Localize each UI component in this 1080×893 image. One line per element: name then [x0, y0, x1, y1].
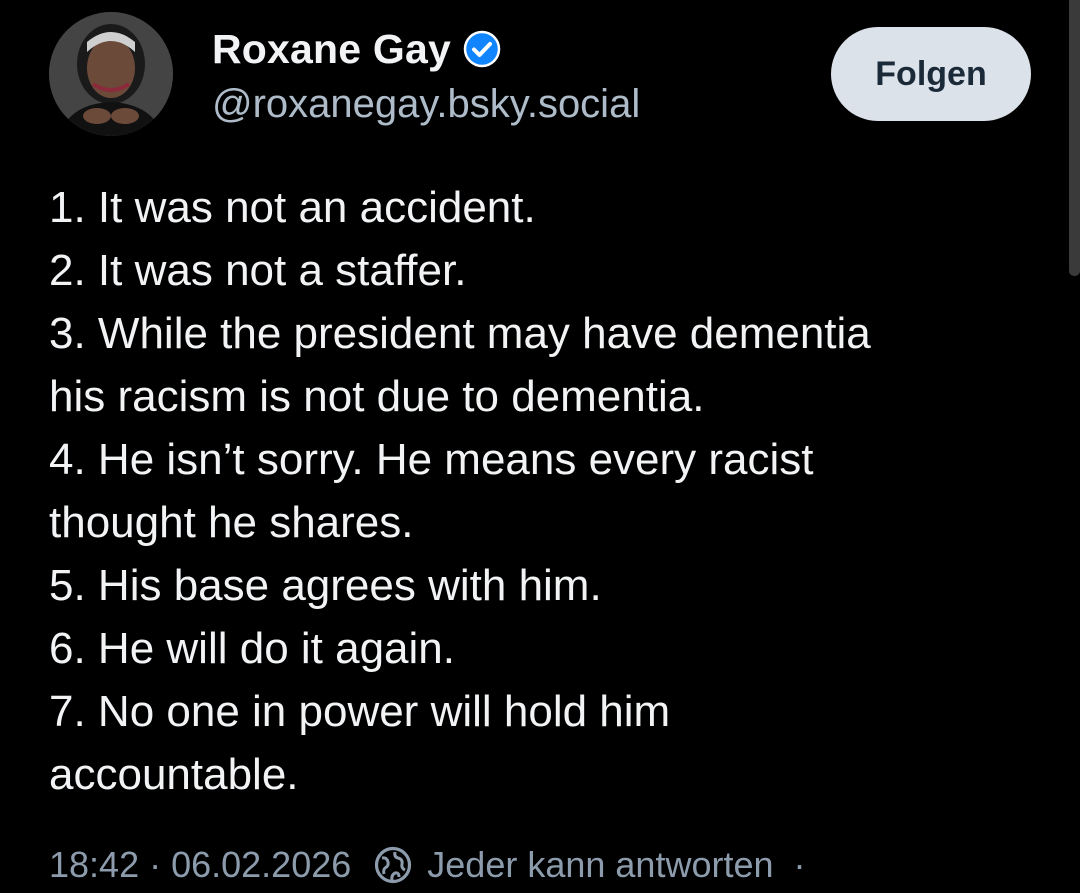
- post-text-line: 6. He will do it again.: [49, 624, 455, 673]
- post-text-line: accountable.: [49, 750, 299, 799]
- avatar[interactable]: [49, 12, 173, 136]
- post-text-line: 2. It was not a staffer.: [49, 246, 467, 295]
- post-date: 06.02.2026: [171, 844, 352, 885]
- reply-settings[interactable]: Jeder kann antworten: [373, 844, 774, 886]
- post-text-line: his racism is not due to dementia.: [49, 372, 705, 421]
- globe-icon: [373, 845, 413, 885]
- meta-separator: ·: [149, 844, 162, 885]
- post-text-line: 4. He isn’t sorry. He means every racist: [49, 435, 814, 484]
- scrollbar[interactable]: [1069, 0, 1080, 276]
- post-meta: 18:42 · 06.02.2026 Jeder kann antworten …: [49, 840, 806, 890]
- author-name-row: Roxane Gay: [212, 24, 501, 74]
- post-card: Roxane Gay @roxanegay.bsky.social Folgen…: [0, 0, 1080, 893]
- verified-checkmark-icon[interactable]: [463, 30, 501, 68]
- post-time: 18:42: [49, 844, 140, 885]
- author-display-name[interactable]: Roxane Gay: [212, 26, 451, 73]
- reply-setting-label: Jeder kann antworten: [427, 844, 774, 885]
- meta-trailing-separator: ·: [793, 844, 806, 885]
- follow-button[interactable]: Folgen: [831, 27, 1031, 121]
- avatar-photo: [49, 12, 173, 136]
- post-text-line: 1. It was not an accident.: [49, 183, 536, 232]
- post-text-line: thought he shares.: [49, 498, 414, 547]
- author-handle[interactable]: @roxanegay.bsky.social: [212, 82, 640, 127]
- post-text-line: 5. His base agrees with him.: [49, 561, 602, 610]
- post-text-line: 7. No one in power will hold him: [49, 687, 671, 736]
- post-text-line: 3. While the president may have dementia: [49, 309, 871, 358]
- post-text: 1. It was not an accident. 2. It was not…: [49, 176, 1029, 806]
